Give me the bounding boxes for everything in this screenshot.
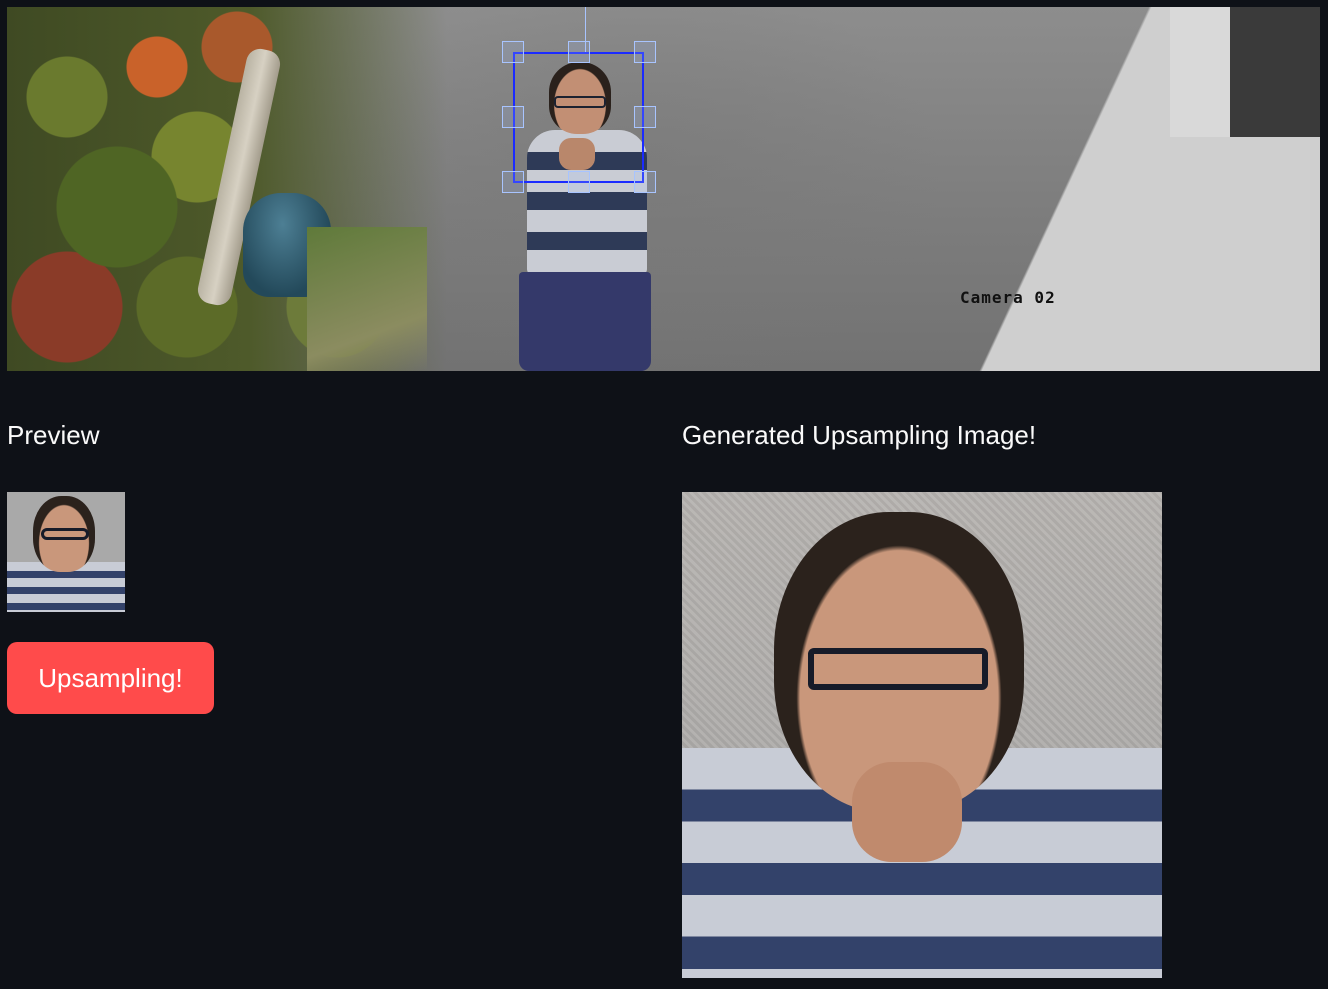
preview-heading: Preview bbox=[7, 420, 100, 450]
camera-feed-image[interactable]: Camera 02 bbox=[7, 7, 1320, 371]
house-wall bbox=[1170, 7, 1320, 137]
crop-handle-icon[interactable] bbox=[502, 41, 524, 63]
preview-thumbnail bbox=[7, 492, 125, 612]
crop-handle-icon[interactable] bbox=[634, 41, 656, 63]
crop-handle-icon[interactable] bbox=[502, 171, 524, 193]
crop-handle-icon[interactable] bbox=[634, 106, 656, 128]
camera-label: Camera 02 bbox=[960, 288, 1056, 307]
person-sarong bbox=[519, 272, 651, 371]
crop-selection-box[interactable] bbox=[513, 52, 644, 183]
grass-patch bbox=[307, 227, 427, 371]
generated-hand bbox=[852, 762, 962, 862]
crop-handle-icon[interactable] bbox=[568, 171, 590, 193]
generated-upsampled-image bbox=[682, 492, 1162, 978]
thumbnail-glasses bbox=[41, 528, 89, 540]
upsample-button[interactable]: Upsampling! bbox=[7, 642, 214, 714]
crop-handle-icon[interactable] bbox=[634, 171, 656, 193]
generated-glasses bbox=[808, 648, 988, 690]
crop-handle-icon[interactable] bbox=[568, 41, 590, 63]
generated-heading: Generated Upsampling Image! bbox=[682, 420, 1037, 450]
app-root: Camera 02 Preview Upsampling! Generated … bbox=[0, 0, 1328, 989]
crop-handle-icon[interactable] bbox=[502, 106, 524, 128]
